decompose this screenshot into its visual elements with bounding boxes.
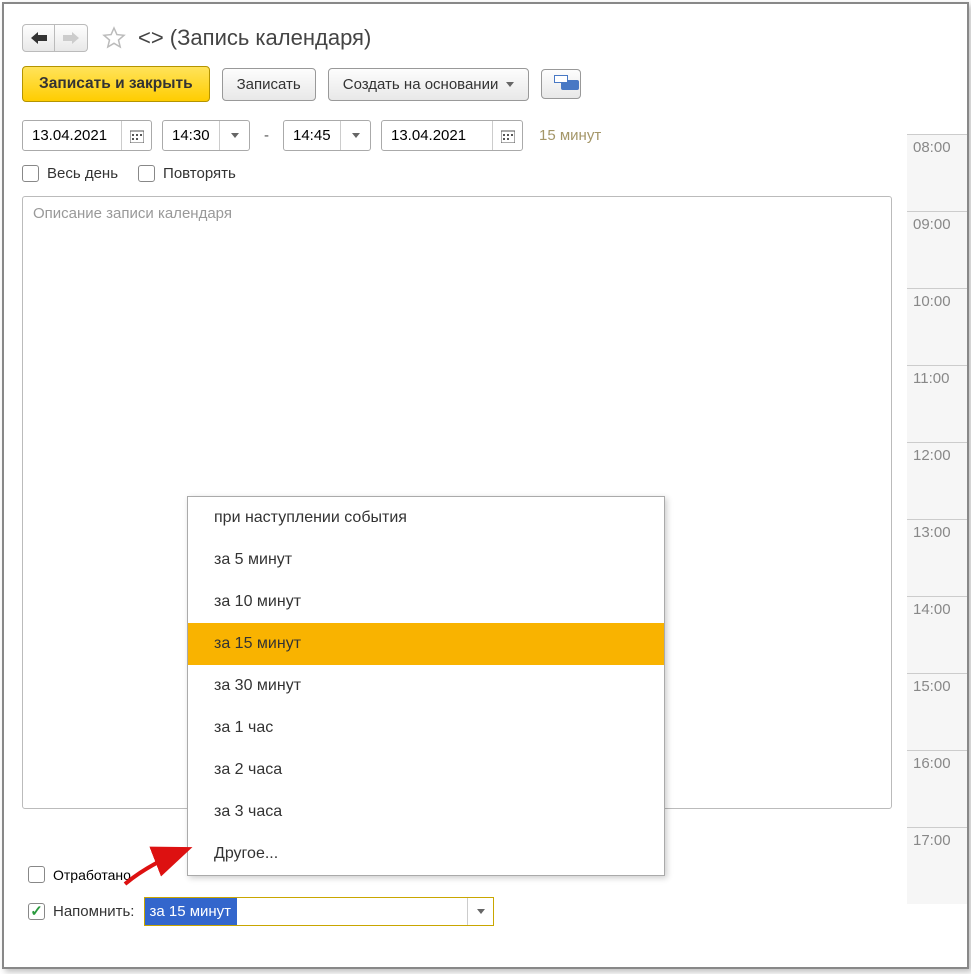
calendar-icon[interactable] <box>121 121 151 150</box>
time-slot[interactable]: 11:00 <box>907 365 967 442</box>
repeat-label: Повторять <box>163 165 236 182</box>
time-slot[interactable]: 14:00 <box>907 596 967 673</box>
checkbox-box <box>138 165 155 182</box>
done-label: Отработано <box>53 867 131 883</box>
create-based-button[interactable]: Создать на основании <box>328 68 530 101</box>
time-slot[interactable]: 16:00 <box>907 750 967 827</box>
timeline: 08:00 09:00 10:00 11:00 12:00 13:00 14:0… <box>907 134 967 904</box>
reminder-value: за 15 минут <box>145 898 237 925</box>
remind-checkbox[interactable]: Напомнить: <box>28 903 134 920</box>
nav-button-group <box>22 24 88 52</box>
time-slot[interactable]: 09:00 <box>907 211 967 288</box>
time-slot[interactable]: 10:00 <box>907 288 967 365</box>
chevron-down-icon[interactable] <box>467 898 493 925</box>
favorite-star-icon[interactable] <box>100 24 128 52</box>
end-date-field[interactable] <box>381 120 523 151</box>
duration-label: 15 минут <box>539 127 601 144</box>
reminder-option[interactable]: при наступлении события <box>188 497 664 539</box>
start-time-field[interactable] <box>162 120 250 151</box>
printer-icon <box>552 76 570 92</box>
reminder-option[interactable]: за 2 часа <box>188 749 664 791</box>
reminder-option[interactable]: Другое... <box>188 833 664 875</box>
start-date-input[interactable] <box>23 121 121 150</box>
reminder-option[interactable]: за 1 час <box>188 707 664 749</box>
checkbox-box-checked <box>28 903 45 920</box>
remind-label: Напомнить: <box>53 903 134 920</box>
all-day-checkbox[interactable]: Весь день <box>22 165 118 182</box>
calendar-icon[interactable] <box>492 121 522 150</box>
reminder-option[interactable]: за 10 минут <box>188 581 664 623</box>
end-time-input[interactable] <box>284 121 340 150</box>
page-title: <> (Запись календаря) <box>138 25 371 51</box>
save-button[interactable]: Записать <box>222 68 316 101</box>
repeat-checkbox[interactable]: Повторять <box>138 165 236 182</box>
end-date-input[interactable] <box>382 121 492 150</box>
end-time-field[interactable] <box>283 120 371 151</box>
back-button[interactable] <box>22 24 55 52</box>
checkbox-box <box>28 866 45 883</box>
description-placeholder: Описание записи календаря <box>33 205 232 222</box>
dash-separator: - <box>260 127 273 144</box>
save-close-button[interactable]: Записать и закрыть <box>22 66 210 102</box>
reminder-option[interactable]: за 30 минут <box>188 665 664 707</box>
all-day-label: Весь день <box>47 165 118 182</box>
checkbox-box <box>22 165 39 182</box>
reminder-select[interactable]: за 15 минут <box>144 897 494 926</box>
chevron-down-icon[interactable] <box>340 121 370 150</box>
time-slot[interactable]: 08:00 <box>907 134 967 211</box>
reminder-option[interactable]: за 5 минут <box>188 539 664 581</box>
reminder-dropdown: при наступлении события за 5 минут за 10… <box>187 496 665 876</box>
time-slot[interactable]: 13:00 <box>907 519 967 596</box>
reminder-option-selected[interactable]: за 15 минут <box>188 623 664 665</box>
time-slot[interactable]: 17:00 <box>907 827 967 904</box>
forward-button[interactable] <box>55 24 88 52</box>
start-date-field[interactable] <box>22 120 152 151</box>
reminder-option[interactable]: за 3 часа <box>188 791 664 833</box>
chevron-down-icon[interactable] <box>219 121 249 150</box>
print-button[interactable] <box>541 69 581 99</box>
start-time-input[interactable] <box>163 121 219 150</box>
time-slot[interactable]: 15:00 <box>907 673 967 750</box>
time-slot[interactable]: 12:00 <box>907 442 967 519</box>
